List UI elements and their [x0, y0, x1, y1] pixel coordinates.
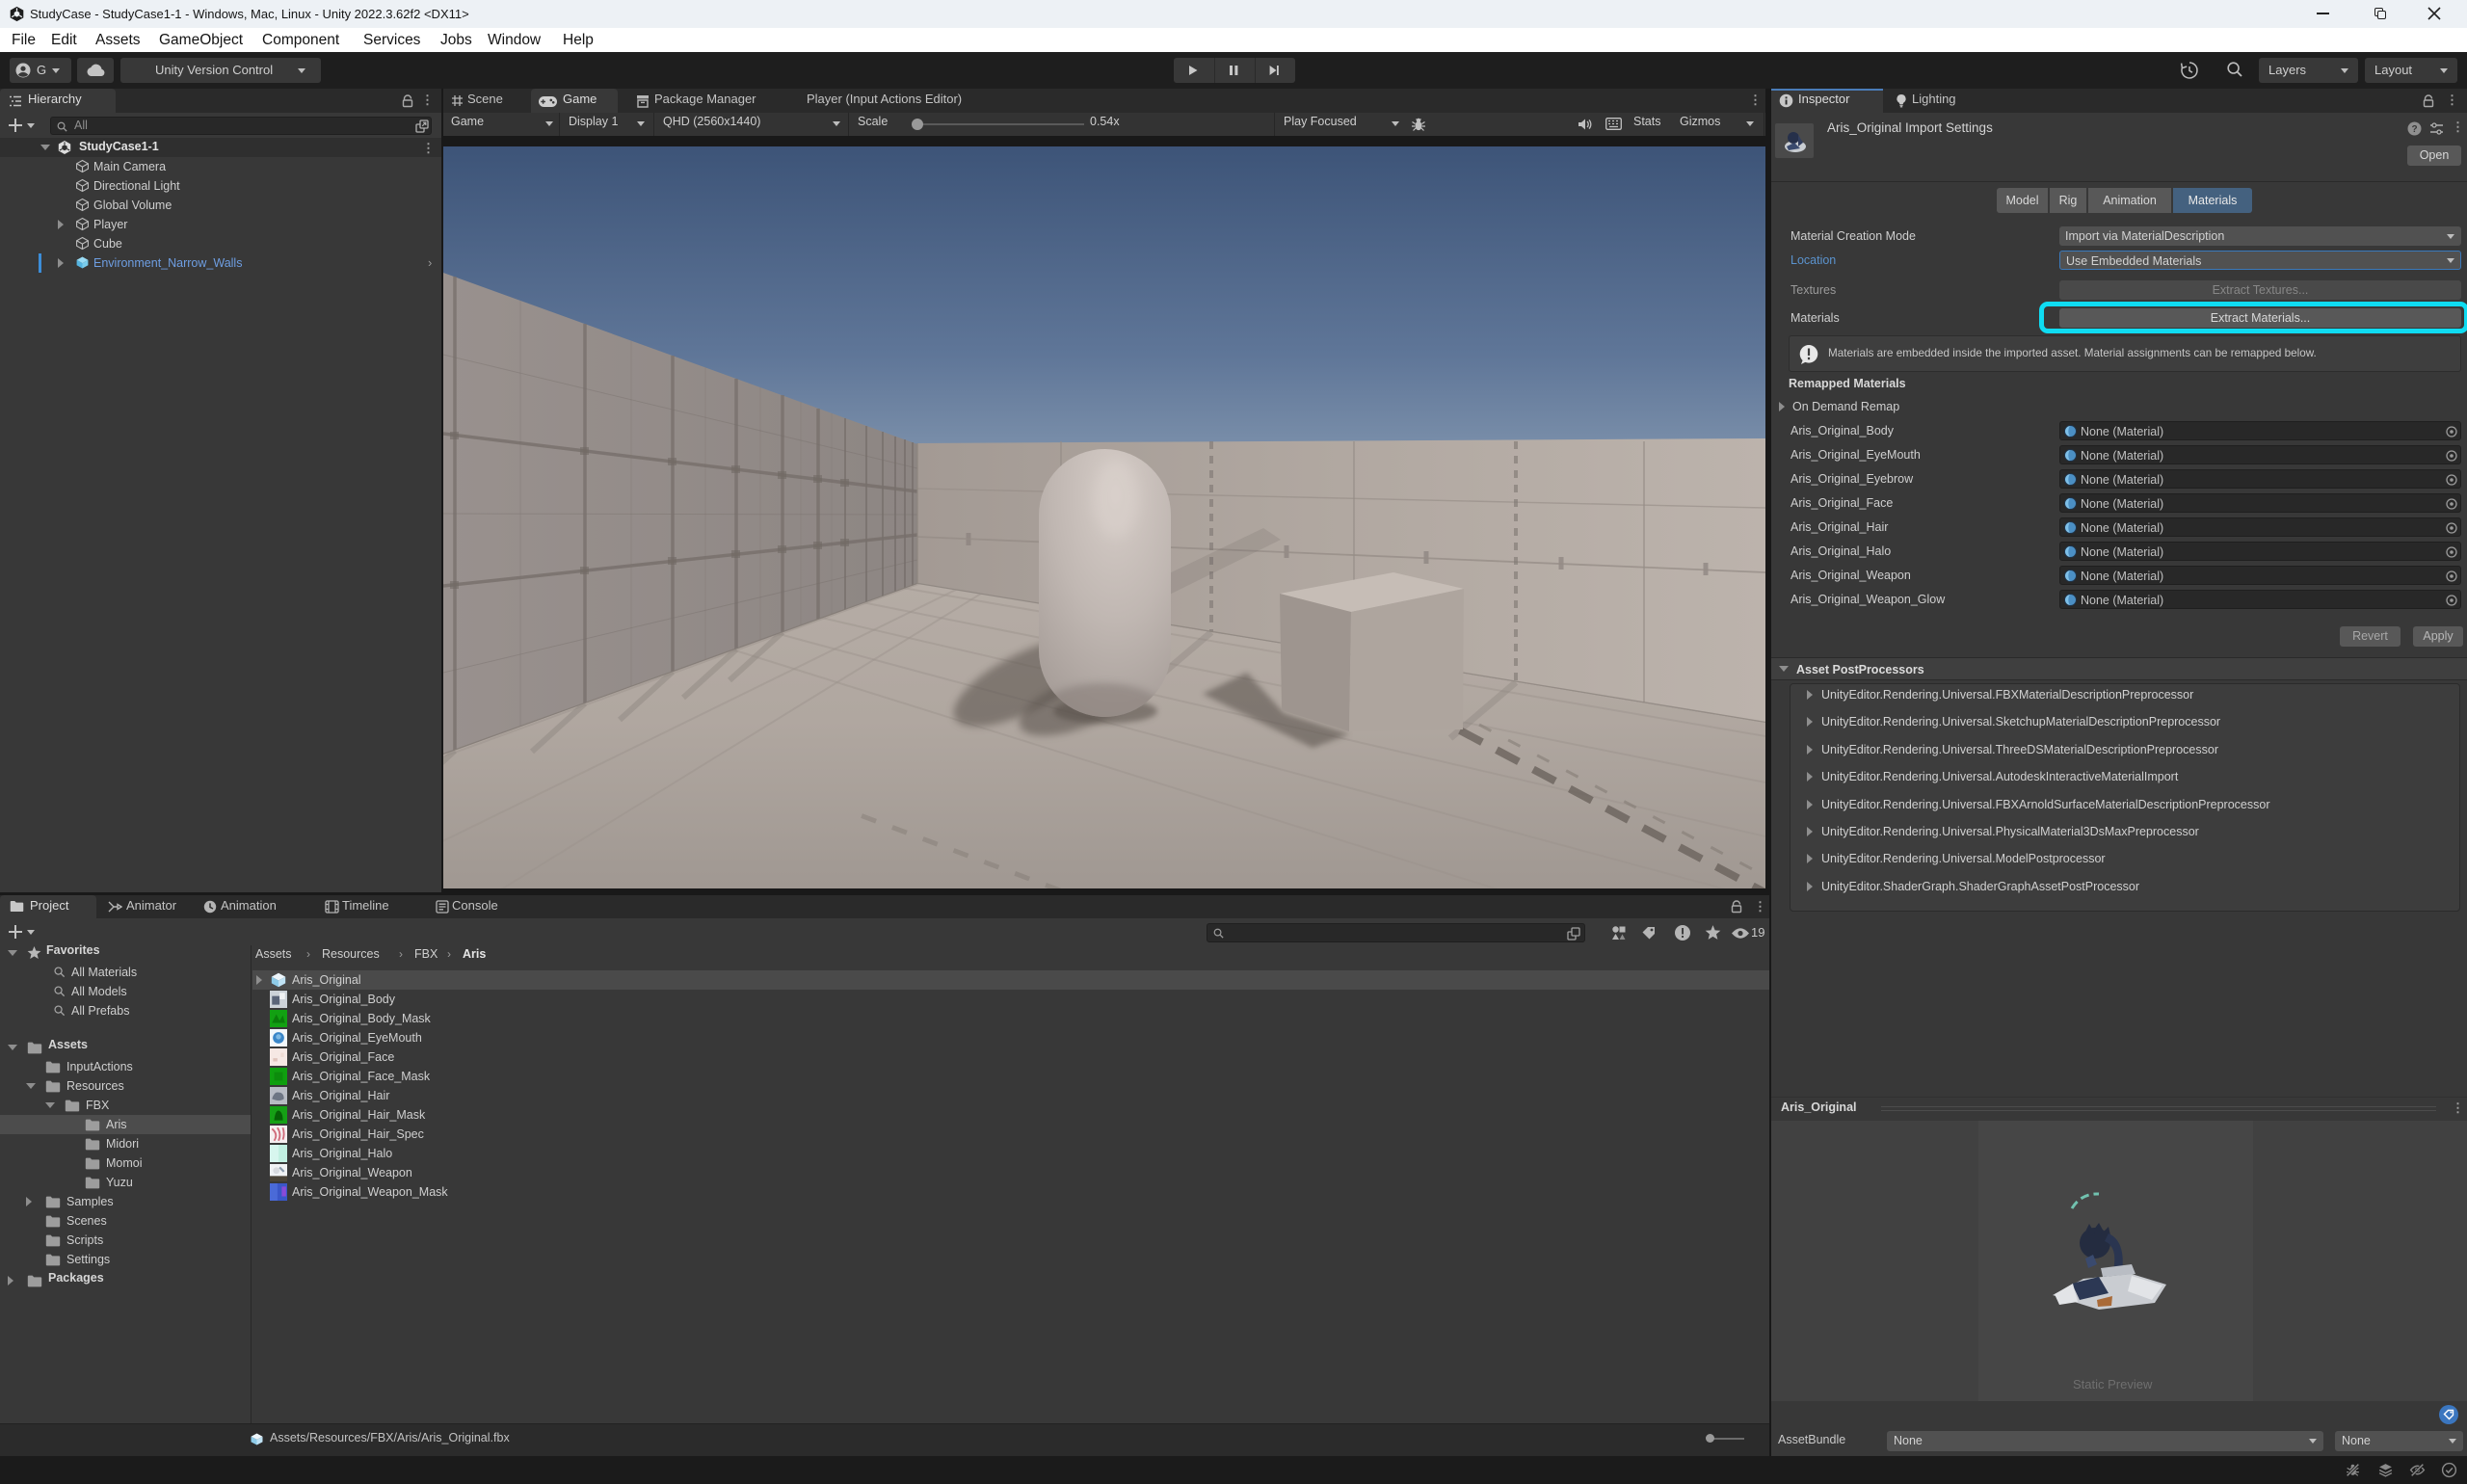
svg-text:?: ?: [2411, 124, 2417, 135]
